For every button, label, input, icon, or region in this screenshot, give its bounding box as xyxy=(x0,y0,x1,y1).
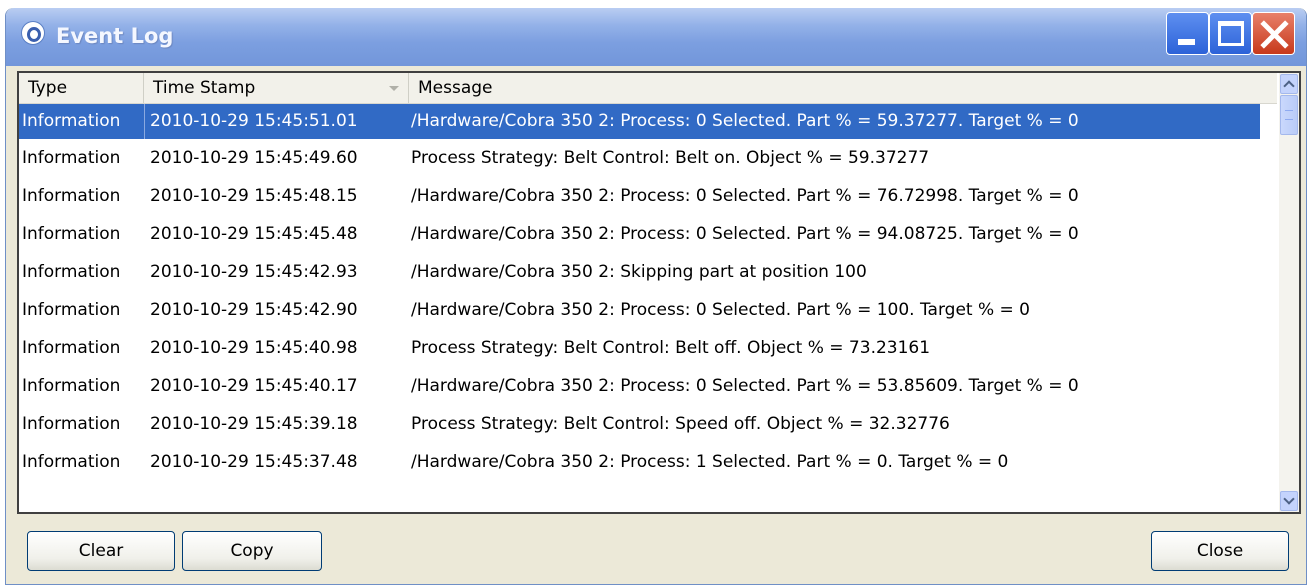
event-list[interactable]: Type Time Stamp Message Information 2010-… xyxy=(17,71,1301,514)
column-header-message[interactable]: Message xyxy=(409,73,1277,103)
vertical-scrollbar[interactable] xyxy=(1279,73,1299,512)
cell-type: Information xyxy=(22,186,121,206)
cell-message: /Hardware/Cobra 350 2: Process: 0 Select… xyxy=(411,300,1030,320)
cell-timestamp: 2010-10-29 15:45:48.15 xyxy=(150,186,358,206)
scroll-down-button[interactable] xyxy=(1280,491,1298,511)
sort-descending-icon xyxy=(389,86,399,91)
column-header-row: Type Time Stamp Message xyxy=(19,73,1277,104)
cell-timestamp: 2010-10-29 15:45:42.93 xyxy=(150,262,358,282)
cell-timestamp: 2010-10-29 15:45:39.18 xyxy=(150,414,358,434)
table-row[interactable]: Information 2010-10-29 15:45:42.93/Hardwa… xyxy=(19,253,1260,291)
cell-timestamp: 2010-10-29 15:45:40.17 xyxy=(150,376,358,396)
cell-type: Information xyxy=(22,376,121,396)
table-row[interactable]: Information 2010-10-29 15:45:51.01/Hardwa… xyxy=(19,104,1260,139)
column-header-timestamp-label: Time Stamp xyxy=(153,78,256,98)
cell-message: /Hardware/Cobra 350 2: Process: 0 Select… xyxy=(411,376,1079,396)
cell-message: Process Strategy: Belt Control: Belt on.… xyxy=(411,148,930,168)
title-bar[interactable]: Event Log xyxy=(6,8,1306,66)
cell-type: Information xyxy=(22,224,121,244)
maximize-button[interactable] xyxy=(1209,12,1252,55)
cell-timestamp: 2010-10-29 15:45:45.48 xyxy=(150,224,358,244)
cell-message: Process Strategy: Belt Control: Speed of… xyxy=(411,414,950,434)
table-row[interactable]: Information 2010-10-29 15:45:42.90/Hardwa… xyxy=(19,291,1260,329)
minimize-button[interactable] xyxy=(1166,12,1209,55)
table-row[interactable]: Information 2010-10-29 15:45:48.15/Hardwa… xyxy=(19,177,1260,215)
cell-type: Information xyxy=(22,338,121,358)
event-rows: Information 2010-10-29 15:45:51.01/Hardwa… xyxy=(19,104,1260,481)
table-row[interactable]: Information 2010-10-29 15:45:40.17/Hardwa… xyxy=(19,367,1260,405)
app-logo-icon xyxy=(22,22,44,44)
cell-message: /Hardware/Cobra 350 2: Process: 1 Select… xyxy=(411,452,1009,472)
table-row[interactable]: Information 2010-10-29 15:45:40.98 Process… xyxy=(19,329,1260,367)
event-log-window: Event Log Type Time Stamp Message Inform… xyxy=(5,8,1307,585)
clear-button[interactable]: Clear xyxy=(27,531,175,571)
column-header-type[interactable]: Type xyxy=(19,73,144,103)
cell-timestamp: 2010-10-29 15:45:51.01 xyxy=(144,104,358,139)
scroll-thumb[interactable] xyxy=(1280,95,1298,135)
close-button[interactable]: Close xyxy=(1151,531,1289,571)
cell-message: /Hardware/Cobra 350 2: Process: 0 Select… xyxy=(411,224,1079,244)
cell-message: Process Strategy: Belt Control: Belt off… xyxy=(411,338,931,358)
copy-button[interactable]: Copy xyxy=(182,531,322,571)
cell-message: /Hardware/Cobra 350 2: Process: 0 Select… xyxy=(411,111,1079,131)
cell-type: Information xyxy=(22,262,121,282)
cell-timestamp: 2010-10-29 15:45:37.48 xyxy=(150,452,358,472)
cell-type: Information xyxy=(22,148,121,168)
cell-type: Information xyxy=(22,452,121,472)
scroll-up-button[interactable] xyxy=(1280,74,1298,94)
cell-timestamp: 2010-10-29 15:45:40.98 xyxy=(150,338,358,358)
cell-timestamp: 2010-10-29 15:45:42.90 xyxy=(150,300,358,320)
window-title: Event Log xyxy=(56,24,174,48)
column-header-timestamp[interactable]: Time Stamp xyxy=(144,73,409,103)
table-row[interactable]: Information 2010-10-29 15:45:49.60 Process… xyxy=(19,139,1260,177)
table-row[interactable]: Information 2010-10-29 15:45:37.48/Hardwa… xyxy=(19,443,1260,481)
cell-timestamp: 2010-10-29 15:45:49.60 xyxy=(150,148,358,168)
cell-type: Information xyxy=(22,111,121,131)
cell-type: Information xyxy=(22,300,121,320)
close-window-button[interactable] xyxy=(1252,12,1295,55)
table-row[interactable]: Information 2010-10-29 15:45:39.18 Process… xyxy=(19,405,1260,443)
cell-type: Information xyxy=(22,414,121,434)
cell-message: /Hardware/Cobra 350 2: Skipping part at … xyxy=(411,262,867,282)
table-row[interactable]: Information 2010-10-29 15:45:45.48/Hardwa… xyxy=(19,215,1260,253)
cell-message: /Hardware/Cobra 350 2: Process: 0 Select… xyxy=(411,186,1079,206)
